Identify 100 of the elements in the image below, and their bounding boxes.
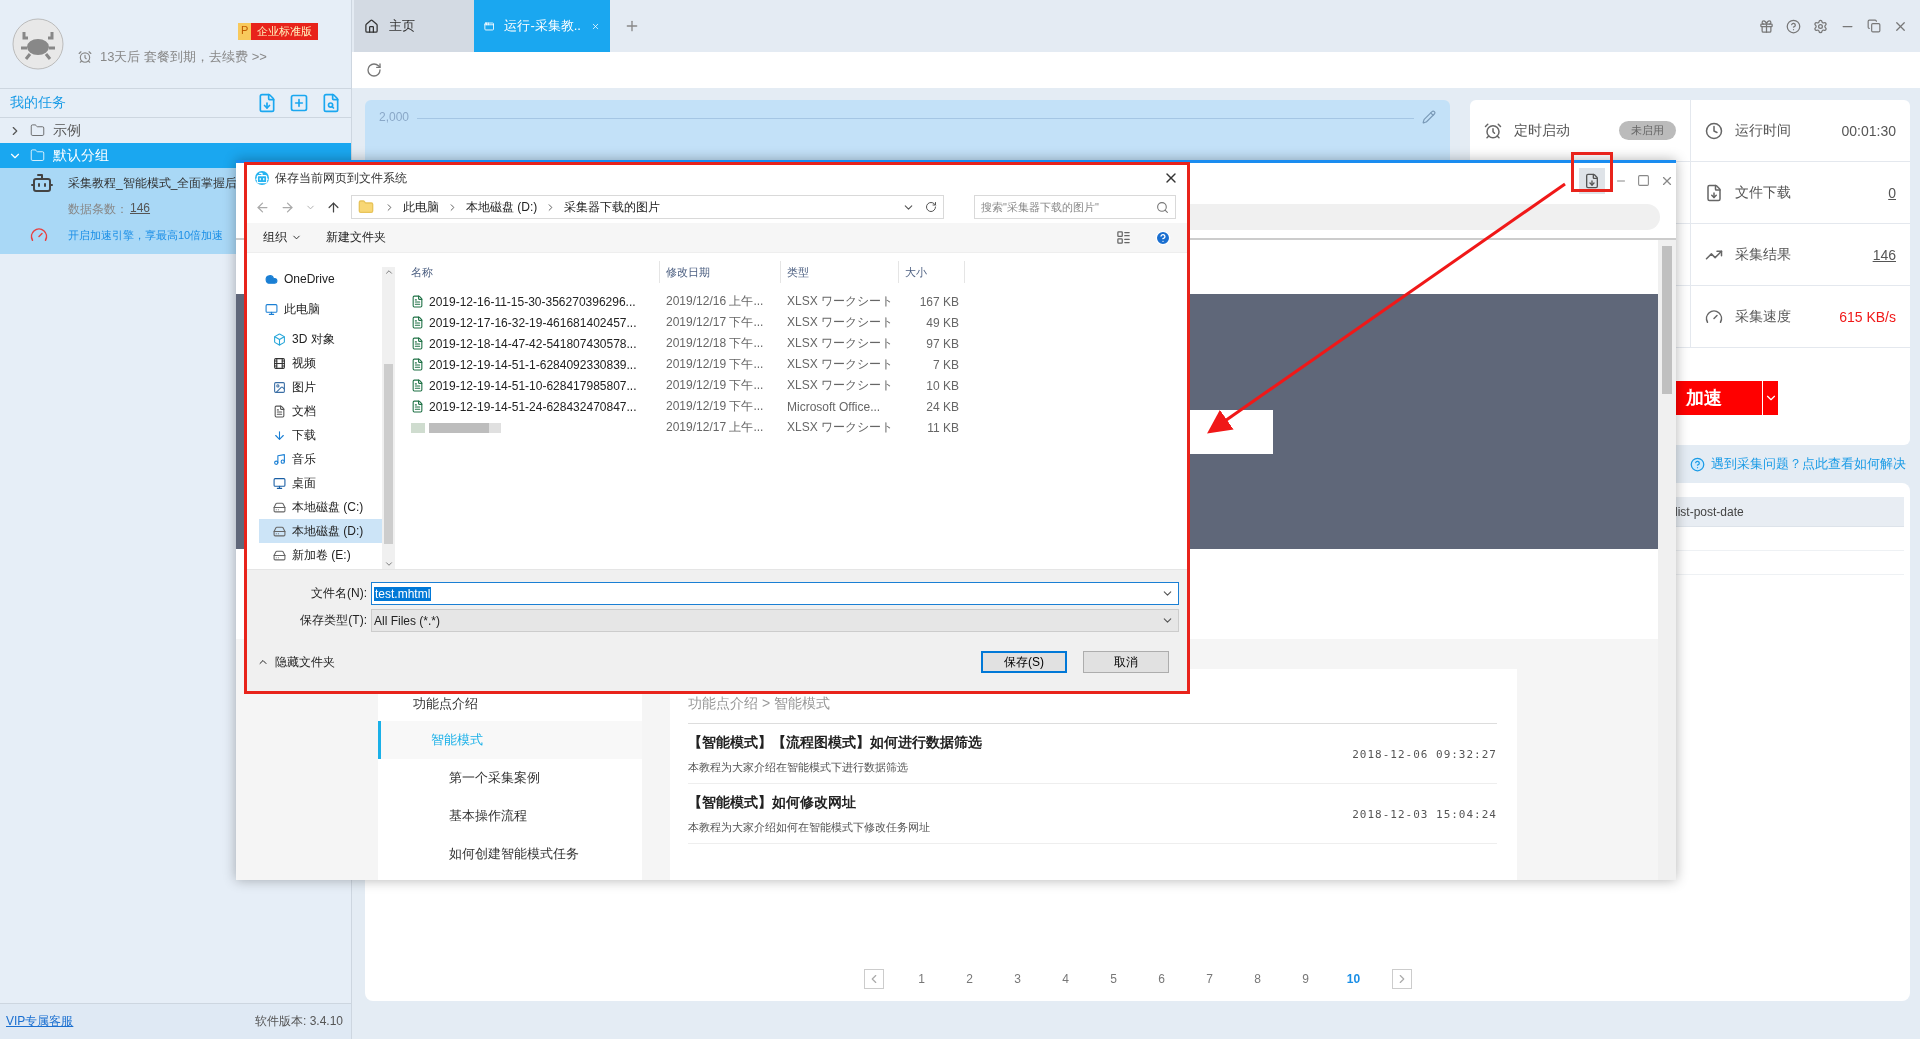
folder-nav-item[interactable]: 图片: [259, 375, 382, 399]
file-type-select[interactable]: All Files (*.*): [371, 609, 1179, 632]
search-icon[interactable]: [321, 93, 341, 113]
folder-nav-item[interactable]: 此电脑: [259, 297, 382, 321]
music-icon: [273, 452, 286, 466]
robot-icon: [30, 171, 54, 195]
cloud-icon: [265, 272, 278, 286]
add-icon[interactable]: [289, 93, 309, 113]
maximize-icon[interactable]: [1637, 174, 1650, 187]
spreadsheet-icon: [411, 400, 424, 413]
page-link[interactable]: 9: [1295, 972, 1316, 986]
help-icon: [1690, 456, 1705, 472]
file-name[interactable]: 2019-12-19-14-51-24-628432470847...: [405, 396, 660, 417]
field-label: 保存类型(T):: [299, 612, 368, 629]
restore-icon[interactable]: [1867, 19, 1881, 33]
path-segment[interactable]: 本地磁盘 (D:): [466, 198, 538, 216]
column-header[interactable]: 修改日期: [660, 261, 781, 283]
accelerate-button[interactable]: 加速: [1676, 381, 1762, 415]
alarm-icon: [78, 49, 92, 64]
page-link[interactable]: 3: [1007, 972, 1028, 986]
back-icon[interactable]: [255, 199, 270, 215]
monitor-icon: [265, 302, 278, 316]
page-link[interactable]: 6: [1151, 972, 1172, 986]
folder-nav-item[interactable]: 3D 对象: [259, 327, 382, 351]
count-label: 数据条数：: [68, 200, 128, 218]
stat-value[interactable]: 0: [1888, 184, 1896, 201]
cube-icon: [273, 332, 286, 346]
settings-icon[interactable]: [1813, 18, 1828, 34]
file-name[interactable]: 2019-12-16-11-15-30-356270396296...: [405, 291, 660, 312]
clock-icon: [1705, 121, 1723, 140]
tree-group[interactable]: 示例: [0, 118, 351, 143]
scroll-up-icon[interactable]: [383, 267, 394, 277]
toolbar-button[interactable]: 组织: [263, 229, 302, 246]
folder-nav-item[interactable]: 视频: [259, 351, 382, 375]
stat-value[interactable]: 146: [1872, 246, 1896, 263]
add-tab-icon[interactable]: [624, 18, 640, 34]
folder-nav-item[interactable]: 文档: [259, 399, 382, 423]
count-value[interactable]: 146: [130, 200, 151, 218]
scroll-down-icon[interactable]: [383, 559, 394, 569]
scrollbar[interactable]: [382, 267, 395, 569]
stat-label: 运行时间: [1735, 121, 1792, 140]
file-date: 2019/12/19 下午...: [665, 356, 765, 373]
folder-nav-item[interactable]: 新加卷 (E:): [259, 543, 382, 567]
folder-nav-item[interactable]: OneDrive: [259, 267, 382, 291]
refresh-icon[interactable]: [366, 62, 382, 78]
folder-icon: [30, 123, 45, 138]
file-size: 11 KB: [926, 419, 960, 437]
page-link[interactable]: 2: [959, 972, 980, 986]
column-header[interactable]: 大小: [899, 261, 965, 283]
column-header[interactable]: 名称: [405, 261, 660, 283]
import-icon[interactable]: [257, 93, 277, 113]
file-type: XLSX ワークシート: [786, 335, 895, 352]
file-name[interactable]: 2019-12-17-16-32-19-461681402457...: [405, 312, 660, 333]
article-title[interactable]: 【智能模式】如何修改网址: [688, 794, 1353, 812]
folder-nav-item[interactable]: 本地磁盘 (C:): [259, 495, 382, 519]
search-field[interactable]: 搜索"采集器下载的图片": [974, 195, 1176, 219]
support-link[interactable]: VIP专属客服: [6, 1013, 74, 1030]
path-segment[interactable]: 此电脑: [403, 198, 439, 216]
view-icon[interactable]: [1116, 230, 1131, 245]
file-name[interactable]: 2019-12-18-14-47-42-541807430578...: [405, 333, 660, 354]
stat-value: 00:01:30: [1841, 122, 1896, 139]
alarm-icon: [1484, 121, 1502, 140]
save-button[interactable]: 保存(S): [981, 651, 1067, 673]
edit-icon[interactable]: [1422, 110, 1436, 124]
folder-nav-item[interactable]: 桌面: [259, 471, 382, 495]
cancel-button[interactable]: 取消: [1083, 651, 1169, 673]
page-link[interactable]: 5: [1103, 972, 1124, 986]
nav-item[interactable]: 基本操作流程: [378, 797, 642, 835]
help-icon[interactable]: [1786, 18, 1801, 34]
gauge-icon: [30, 226, 48, 244]
drive-icon: [273, 500, 286, 514]
document-icon: [273, 404, 286, 418]
path-field[interactable]: 此电脑 本地磁盘 (D:) 采集器下载的图片: [351, 195, 944, 219]
tab[interactable]: 主页: [354, 0, 474, 52]
hide-folders-toggle[interactable]: 隐藏文件夹: [257, 653, 981, 671]
page-link[interactable]: 8: [1247, 972, 1268, 986]
gift-icon[interactable]: [1759, 18, 1774, 34]
refresh-icon[interactable]: [925, 201, 937, 213]
file-type: XLSX ワークシート: [786, 356, 895, 373]
forward-icon[interactable]: [280, 199, 295, 215]
file-name-field[interactable]: test.mhtml: [371, 582, 1179, 605]
file-size: 10 KB: [925, 377, 960, 395]
axis-tick-label: 2,000: [379, 110, 410, 124]
up-icon[interactable]: [326, 199, 341, 215]
nav-item[interactable]: 第一个采集案例: [378, 759, 642, 797]
folder-nav-item[interactable]: 下载: [259, 423, 382, 447]
folder-nav-item[interactable]: 本地磁盘 (D:): [259, 519, 382, 543]
nav-item[interactable]: 如何创建智能模式任务: [378, 835, 642, 873]
dropdown-button[interactable]: [1762, 381, 1778, 415]
page-link[interactable]: 1: [911, 972, 932, 986]
column-header[interactable]: 类型: [781, 261, 899, 283]
file-name[interactable]: 2019-12-19-14-51-10-628417985807...: [405, 375, 660, 396]
path-segment[interactable]: 采集器下载的图片: [564, 198, 661, 216]
version-text: 软件版本: 3.4.10: [254, 1013, 343, 1030]
article-title[interactable]: 【智能模式】【流程图模式】如何进行数据筛选: [688, 734, 1353, 752]
scrollbar[interactable]: [1658, 240, 1676, 880]
folder-nav-item[interactable]: 音乐: [259, 447, 382, 471]
page-link[interactable]: 4: [1055, 972, 1076, 986]
file-name[interactable]: 2019-12-19-14-51-1-6284092330839...: [405, 354, 660, 375]
page-link[interactable]: 7: [1199, 972, 1220, 986]
